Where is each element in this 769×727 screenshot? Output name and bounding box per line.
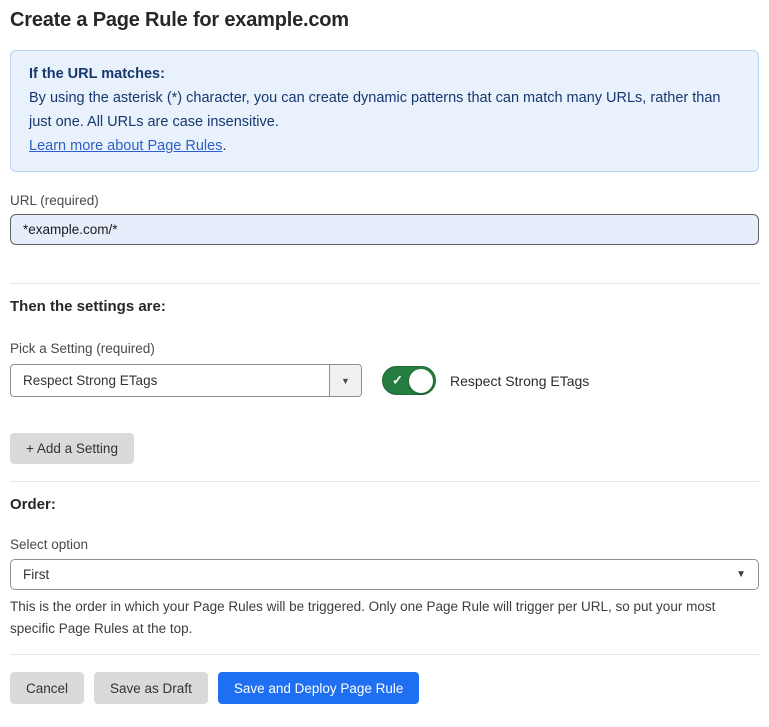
pick-setting-label: Pick a Setting (required) [10, 341, 759, 356]
setting-select[interactable]: Respect Strong ETags ▼ [10, 364, 362, 397]
page-title: Create a Page Rule for example.com [10, 9, 759, 32]
info-link-line: Learn more about Page Rules. [29, 134, 740, 158]
learn-more-link[interactable]: Learn more about Page Rules [29, 138, 222, 154]
divider [10, 654, 759, 655]
order-select[interactable]: First ▼ [10, 559, 759, 590]
settings-heading: Then the settings are: [10, 298, 759, 315]
info-body: By using the asterisk (*) character, you… [29, 86, 740, 134]
toggle-label: Respect Strong ETags [450, 373, 589, 389]
etag-toggle[interactable]: ✓ [382, 366, 436, 395]
add-setting-button[interactable]: + Add a Setting [10, 433, 134, 464]
info-heading: If the URL matches: [29, 62, 740, 86]
url-input[interactable] [10, 214, 759, 245]
setting-row: Respect Strong ETags ▼ ✓ Respect Strong … [10, 364, 759, 397]
order-select-value: First [23, 567, 736, 582]
save-deploy-button[interactable]: Save and Deploy Page Rule [218, 672, 420, 704]
url-label: URL (required) [10, 193, 759, 208]
actions-row: Cancel Save as Draft Save and Deploy Pag… [10, 672, 759, 704]
order-help-text: This is the order in which your Page Rul… [10, 596, 755, 640]
setting-select-value: Respect Strong ETags [11, 365, 329, 396]
divider [10, 481, 759, 482]
order-select-label: Select option [10, 537, 759, 552]
check-icon: ✓ [392, 372, 403, 388]
page-rule-form: Create a Page Rule for example.com If th… [0, 9, 769, 704]
order-heading: Order: [10, 496, 759, 513]
cancel-button[interactable]: Cancel [10, 672, 84, 704]
divider [10, 283, 759, 284]
caret-down-icon: ▼ [341, 376, 350, 386]
save-draft-button[interactable]: Save as Draft [94, 672, 208, 704]
caret-down-icon: ▼ [736, 569, 746, 580]
setting-select-caret-button[interactable]: ▼ [329, 365, 361, 396]
info-link-suffix: . [222, 138, 226, 154]
toggle-knob [409, 369, 433, 393]
info-banner: If the URL matches: By using the asteris… [10, 50, 759, 172]
